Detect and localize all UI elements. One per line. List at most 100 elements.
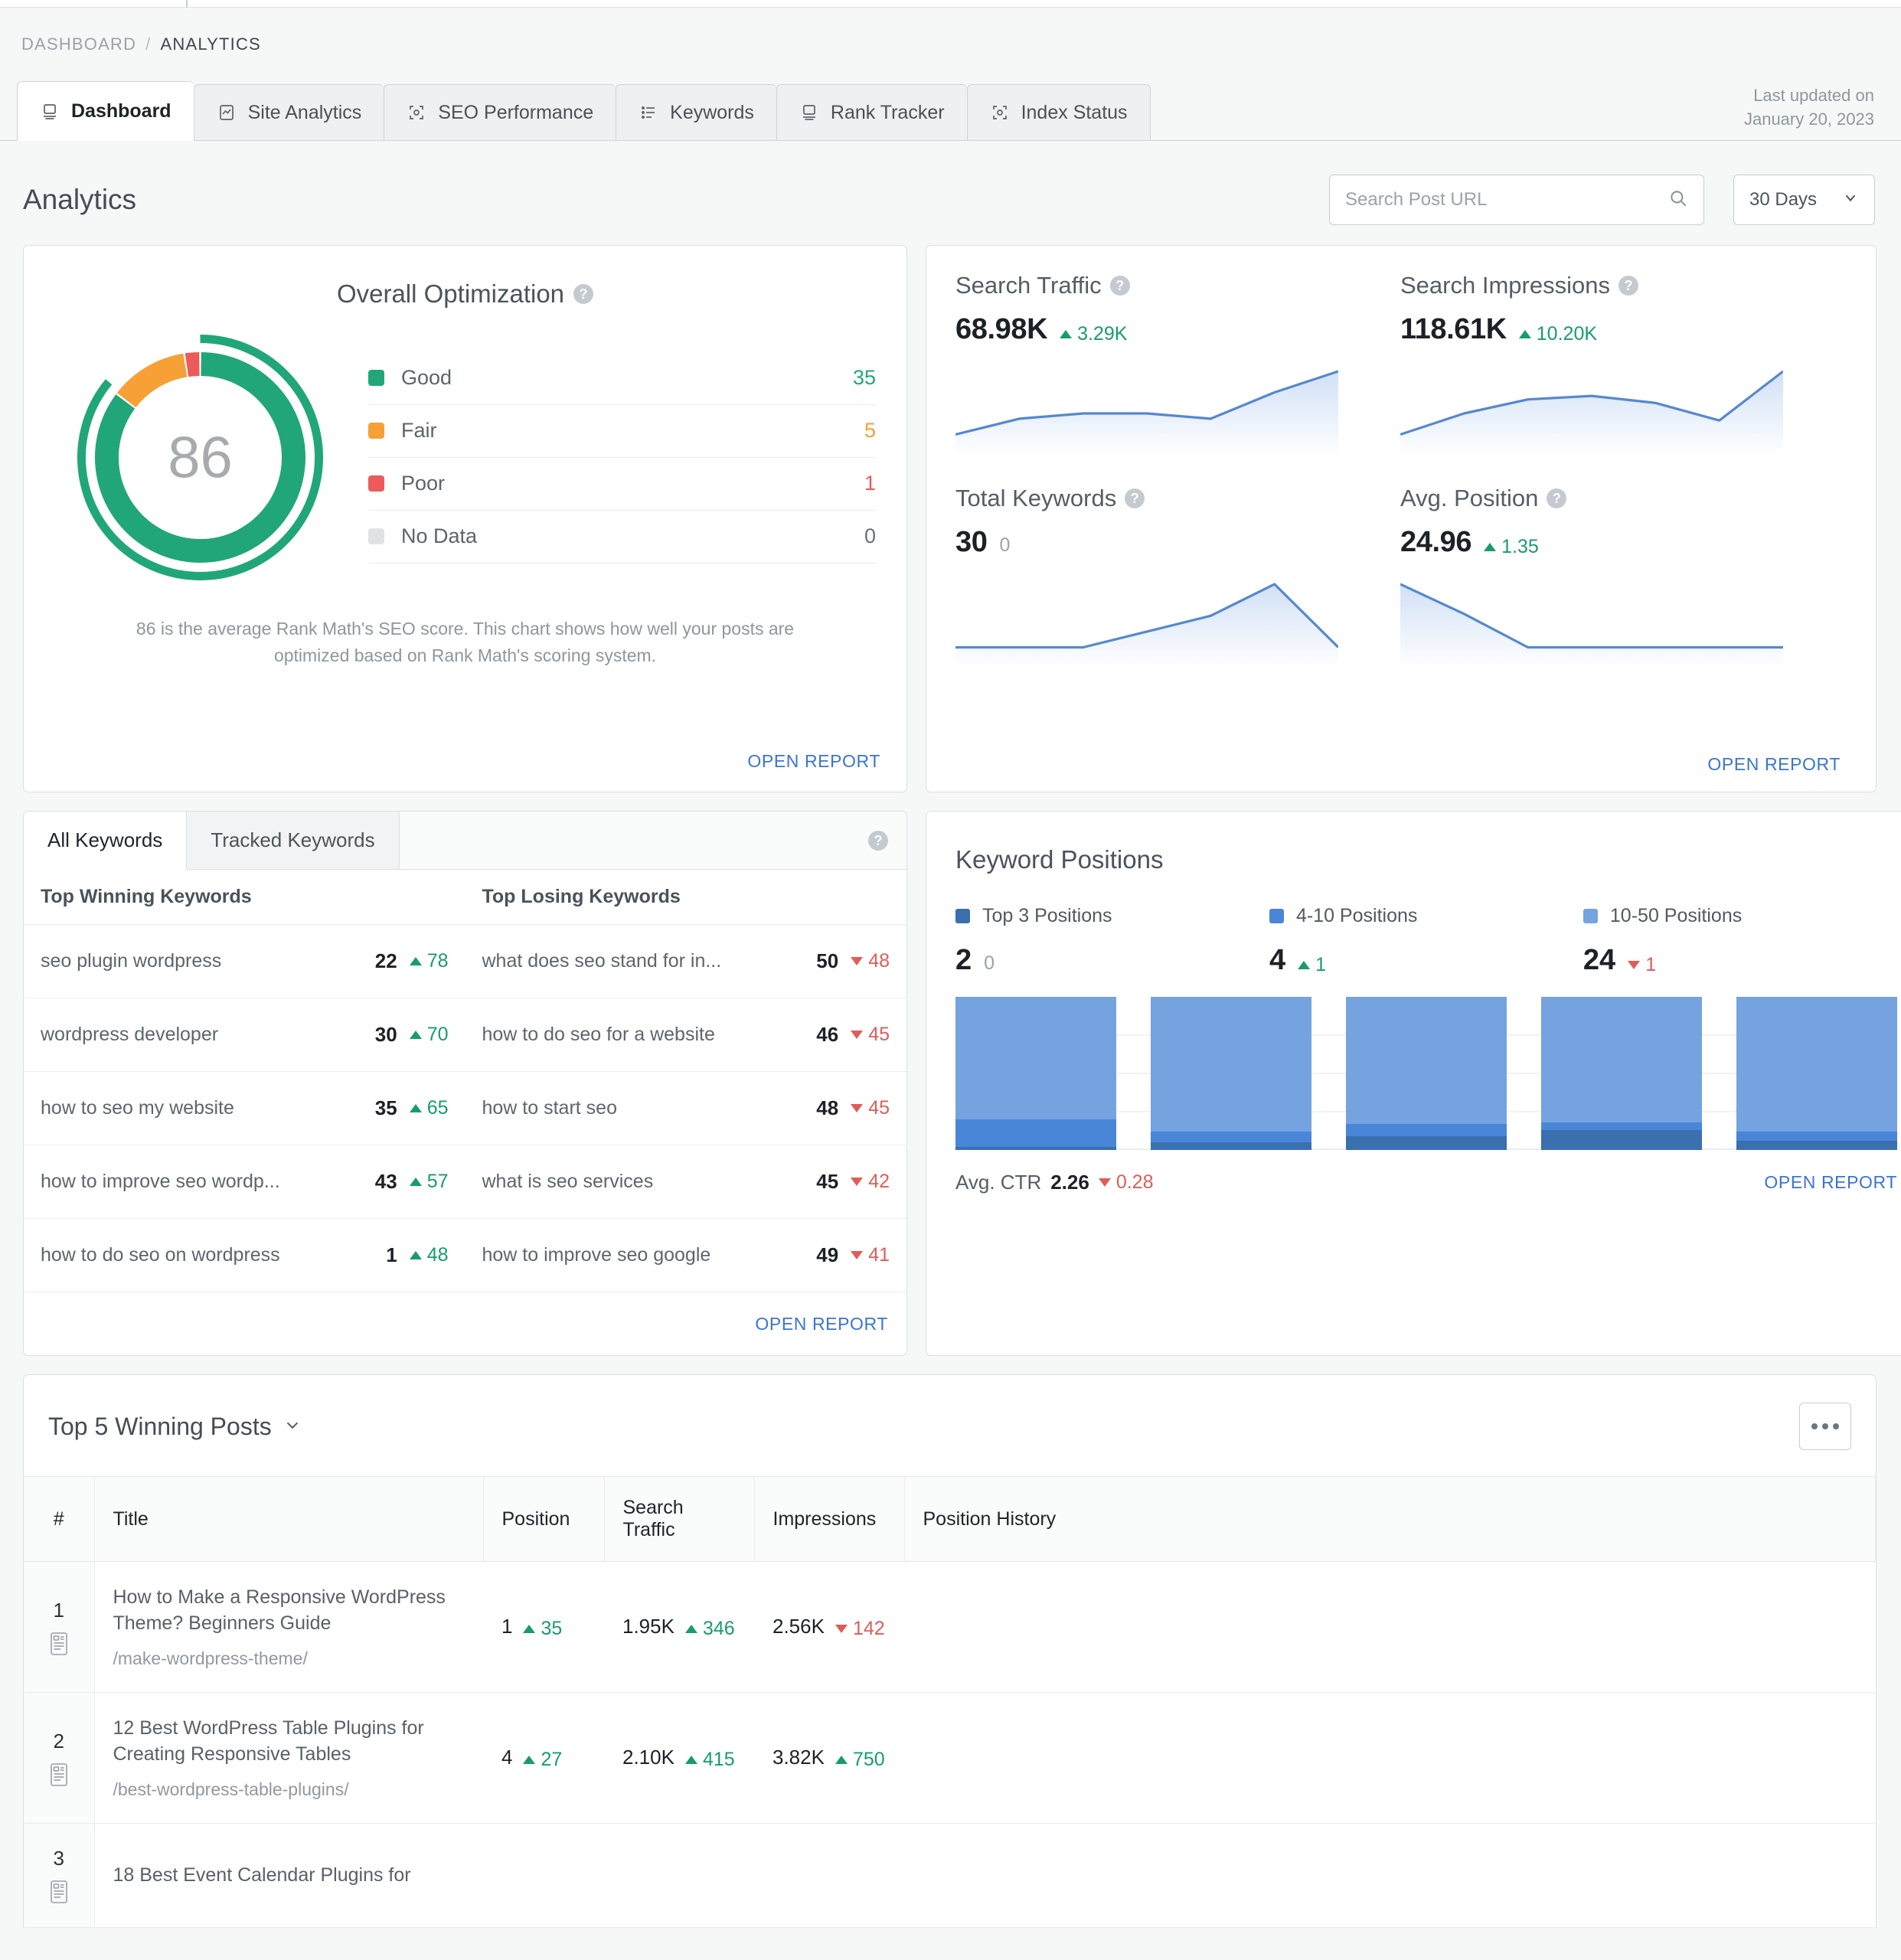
- post-title[interactable]: How to Make a Responsive WordPress Theme…: [113, 1585, 465, 1636]
- triangle-down-icon: [835, 1624, 848, 1633]
- delta-value: 0: [984, 952, 995, 974]
- posts-options-button[interactable]: [1799, 1403, 1851, 1450]
- tab-seo-performance[interactable]: SEO Performance: [384, 84, 616, 140]
- kp-value-item: 20: [955, 944, 1269, 977]
- post-url[interactable]: /best-wordpress-table-plugins/: [113, 1779, 465, 1800]
- col-header-index: #: [24, 1476, 95, 1562]
- post-icon: [42, 1762, 76, 1787]
- chevron-down-icon[interactable]: [283, 1413, 302, 1441]
- help-icon[interactable]: ?: [1618, 276, 1638, 296]
- breadcrumb-dashboard[interactable]: DASHBOARD: [21, 34, 136, 54]
- post-impressions-cell: 3.82K 750: [754, 1692, 904, 1824]
- page-header: Analytics 30 Days: [0, 141, 1901, 225]
- help-icon[interactable]: ?: [573, 284, 594, 304]
- help-icon[interactable]: ?: [1547, 488, 1567, 508]
- optimization-description: 86 is the average Rank Math's SEO score.…: [136, 619, 795, 665]
- post-icon: [42, 1632, 76, 1656]
- table-row[interactable]: 2 12 Best WordPress Table Plugins for Cre…: [24, 1692, 1876, 1824]
- delta-value: 346: [684, 1618, 735, 1640]
- tab-index-status[interactable]: Index Status: [966, 84, 1151, 140]
- tab-rank-tracker[interactable]: Rank Tracker: [776, 84, 967, 140]
- monitor-icon: [799, 103, 819, 122]
- metric-value: 118.61K: [1400, 313, 1507, 345]
- col-header-search-traffic: Search Traffic: [604, 1476, 755, 1562]
- help-icon[interactable]: ?: [868, 830, 888, 851]
- avg-ctr: Avg. CTR 2.26 0.28: [955, 1171, 1154, 1194]
- tab-all-keywords[interactable]: All Keywords: [24, 812, 188, 870]
- col-header-title: Title: [94, 1476, 484, 1562]
- post-url[interactable]: /make-wordpress-theme/: [113, 1648, 465, 1669]
- keyword-text: wordpress developer: [41, 1024, 219, 1045]
- post-position-cell: [483, 1823, 604, 1928]
- kp-legend-item: Top 3 Positions: [955, 905, 1269, 927]
- delta-value: 48: [409, 1244, 449, 1266]
- post-impressions-cell: [754, 1823, 904, 1928]
- page-title: Analytics: [23, 184, 137, 215]
- triangle-up-icon: [523, 1624, 536, 1633]
- delta-value: 70: [409, 1024, 449, 1046]
- monitor-icon: [40, 102, 60, 122]
- delta-value: 1: [1628, 954, 1656, 976]
- search-input[interactable]: [1345, 189, 1668, 211]
- post-title[interactable]: 12 Best WordPress Table Plugins for Crea…: [113, 1716, 465, 1767]
- posts-table-head: # Title Position Search Traffic Impressi…: [24, 1476, 1876, 1562]
- dashboard-grid: Overall Optimization ? 86 Good 35 Fair 5 Poo…: [0, 225, 1901, 1928]
- delta-value: 57: [409, 1171, 449, 1193]
- keyword-positions-open-report-link[interactable]: OPEN REPORT: [1764, 1172, 1897, 1193]
- focus-target-icon: [990, 103, 1010, 122]
- keyword-row: wordpress developer 30 70 how to do seo for…: [24, 998, 906, 1072]
- metrics-open-report-link[interactable]: OPEN REPORT: [955, 754, 1845, 792]
- list-icon: [639, 103, 658, 122]
- delta-value: 142: [835, 1618, 885, 1640]
- dashboard-row-2: All Keywords Tracked Keywords ? Top Winn…: [23, 811, 1901, 1356]
- post-title-cell: 18 Best Event Calendar Plugins for: [94, 1823, 483, 1928]
- tab-tracked-keywords[interactable]: Tracked Keywords: [187, 812, 400, 869]
- tab-keywords[interactable]: Keywords: [616, 84, 776, 140]
- metric-value-row: 24.96 1.35: [1400, 526, 1845, 559]
- post-position-history-cell: [904, 1692, 1876, 1824]
- bar-segment: [1346, 997, 1507, 1124]
- tab-dashboard[interactable]: Dashboard: [17, 81, 194, 141]
- post-index: 1: [53, 1598, 64, 1622]
- posts-table-body: 1 How to Make a Responsive WordPress Them…: [24, 1561, 1876, 1928]
- help-icon[interactable]: ?: [1109, 276, 1130, 296]
- keyword-row: seo plugin wordpress 22 78 what does seo st…: [24, 925, 906, 998]
- search-post-url-box[interactable]: [1329, 175, 1704, 225]
- kp-legend-item: 4-10 Positions: [1269, 905, 1583, 927]
- metric-label: Search Traffic?: [955, 272, 1400, 299]
- tab-label: Keywords: [670, 101, 754, 123]
- bar-segment: [1541, 1130, 1702, 1150]
- delta-value: 1.35: [1484, 536, 1539, 558]
- post-impressions: 2.56K: [772, 1614, 825, 1638]
- posts-title-group[interactable]: Top 5 Winning Posts: [48, 1413, 302, 1441]
- keywords-open-report-link[interactable]: OPEN REPORT: [755, 1314, 888, 1334]
- post-traffic: 1.95K: [622, 1614, 674, 1638]
- search-icon: [1668, 188, 1688, 212]
- table-row[interactable]: 1 How to Make a Responsive WordPress Them…: [24, 1561, 1876, 1693]
- table-row[interactable]: 3 18 Best Event Calendar Plugins for: [24, 1823, 1876, 1928]
- kp-value: 4: [1269, 944, 1286, 976]
- keyword-text: how to do seo on wordpress: [41, 1244, 280, 1266]
- tab-site-analytics[interactable]: Site Analytics: [193, 84, 384, 140]
- metric-search-traffic: Search Traffic? 68.98K 3.29K: [955, 272, 1400, 456]
- legend-label: Poor: [401, 472, 446, 495]
- bar-segment: [1736, 1132, 1897, 1141]
- dashboard-row-1: Overall Optimization ? 86 Good 35 Fair 5 Poo…: [23, 245, 1877, 792]
- metric-value: 24.96: [1400, 526, 1472, 558]
- chart-image-icon: [217, 103, 237, 122]
- legend-value: 1: [864, 472, 876, 495]
- optimization-open-report-link[interactable]: OPEN REPORT: [45, 751, 885, 792]
- avg-ctr-delta-value: 0.28: [1115, 1171, 1154, 1193]
- metric-value-row: 68.98K 3.29K: [955, 313, 1400, 346]
- post-position: 4: [501, 1745, 513, 1769]
- keyword-position: 49: [816, 1243, 839, 1266]
- date-range-select[interactable]: 30 Days: [1733, 175, 1875, 225]
- post-impressions: 3.82K: [772, 1745, 825, 1769]
- help-icon[interactable]: ?: [1125, 488, 1145, 508]
- chevron-down-icon: [1842, 189, 1859, 211]
- tab-tracked-keywords-label: Tracked Keywords: [211, 828, 375, 851]
- post-title[interactable]: 18 Best Event Calendar Plugins for: [113, 1863, 465, 1889]
- triangle-up-icon: [409, 957, 422, 965]
- tab-label: Site Analytics: [247, 101, 362, 123]
- panel-divider-nub: [186, 0, 188, 8]
